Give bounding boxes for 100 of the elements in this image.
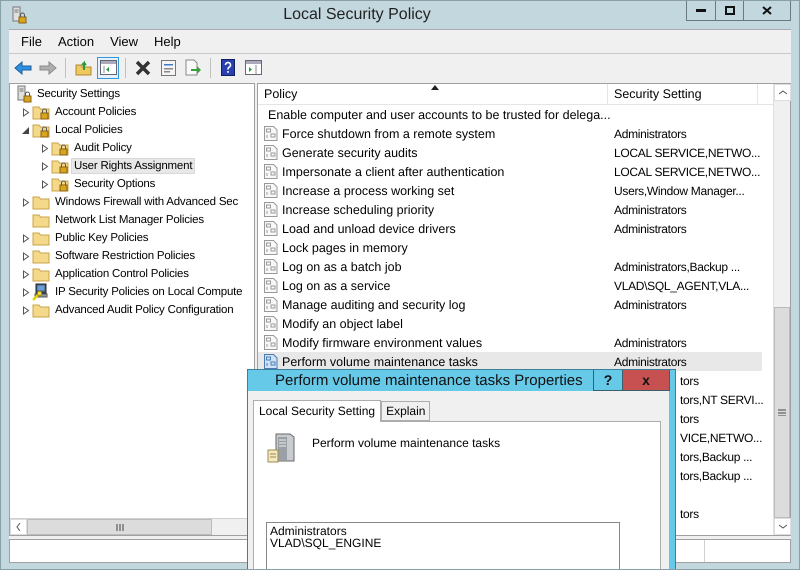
scrollbar-thumb[interactable] <box>27 519 212 535</box>
policy-icon <box>264 316 278 331</box>
export-list-icon[interactable] <box>184 59 202 76</box>
security-setting: Administrators <box>614 126 686 140</box>
security-setting: tors <box>680 412 699 426</box>
policy-icon <box>264 278 278 293</box>
back-arrow-icon[interactable] <box>14 60 32 74</box>
menu-item[interactable]: Action <box>50 34 102 49</box>
expand-arrow-icon[interactable] <box>22 306 30 314</box>
policy-icon <box>264 297 278 312</box>
menu-item[interactable]: Help <box>146 34 189 49</box>
table-row[interactable]: Increase scheduling priority Administrators <box>258 200 762 219</box>
list-item[interactable]: Administrators <box>270 525 616 537</box>
tree-item[interactable]: Network List Manager Policies <box>52 212 207 228</box>
scroll-up-button[interactable] <box>774 84 791 101</box>
action-pane-icon[interactable] <box>244 60 262 75</box>
table-row[interactable]: Modify firmware environment values Administrators <box>258 333 762 352</box>
expand-arrow-icon[interactable] <box>22 252 30 260</box>
policy-name: Log on as a batch job <box>282 260 402 274</box>
expand-arrow-icon[interactable] <box>22 270 30 278</box>
expand-arrow-icon[interactable] <box>22 234 30 242</box>
security-setting: VICE,NETWO... <box>680 430 762 444</box>
policy-name: Perform volume maintenance tasks <box>312 436 500 450</box>
expand-arrow-icon[interactable] <box>41 180 49 188</box>
policy-name: Manage auditing and security log <box>282 298 466 312</box>
tab[interactable]: Local Security Setting <box>253 400 382 422</box>
column-header[interactable]: Security Setting <box>608 84 758 104</box>
table-row[interactable]: Manage auditing and security log Administrators <box>258 295 762 314</box>
security-setting: Users,Window Manager... <box>614 184 744 198</box>
help-icon[interactable] <box>221 59 235 76</box>
collapse-arrow-icon[interactable] <box>22 126 30 134</box>
policy-icon <box>264 145 278 160</box>
tree-item[interactable]: Application Control Policies <box>52 266 192 282</box>
scrollbar-thumb[interactable] <box>774 306 790 518</box>
column-header[interactable]: Policy <box>258 84 608 104</box>
security-setting: VLAD\SQL_AGENT,VLA... <box>614 278 750 292</box>
tree-item[interactable]: Advanced Audit Policy Configuration <box>52 302 236 318</box>
policy-name: Lock pages in memory <box>282 240 408 254</box>
tree-item[interactable]: User Rights Assignment <box>71 158 196 174</box>
scroll-down-button[interactable] <box>774 518 791 535</box>
window-title: Local Security Policy <box>282 6 432 24</box>
policy-icon <box>264 164 278 179</box>
menu-item[interactable]: View <box>102 34 146 49</box>
policy-name: Impersonate a client after authentication <box>282 164 504 178</box>
tree-item[interactable]: Security Options <box>71 176 158 192</box>
tree-item[interactable]: Account Policies <box>52 104 140 120</box>
tree-item[interactable]: Software Restriction Policies <box>52 248 198 264</box>
server-icon <box>266 432 296 464</box>
locked-folder-icon <box>51 140 69 156</box>
minimize-button[interactable] <box>686 1 716 21</box>
left-chevron-icon <box>16 523 21 531</box>
computer-key-icon <box>32 283 50 301</box>
tree-item[interactable]: Audit Policy <box>71 140 135 156</box>
security-setting: LOCAL SERVICE,NETWO... <box>614 146 760 160</box>
policy-name: Generate security audits <box>282 146 418 160</box>
tree-item[interactable]: Security Settings <box>34 86 123 102</box>
delete-icon[interactable] <box>135 60 151 76</box>
table-row[interactable]: Lock pages in memory <box>258 238 762 257</box>
policy-name: Increase a process working set <box>282 184 454 198</box>
policy-name: Log on as a service <box>282 278 390 292</box>
folder-icon <box>32 230 50 246</box>
policy-name: Modify an object label <box>282 316 403 330</box>
table-row[interactable]: Force shutdown from a remote system Administrators <box>258 124 762 143</box>
tree-pane-icon[interactable] <box>100 60 116 75</box>
folder-up-icon[interactable] <box>74 60 92 76</box>
close-button[interactable]: x <box>622 370 670 391</box>
table-row[interactable]: Increase a process working set Users,Window Manager... <box>258 181 762 200</box>
folder-icon <box>32 194 50 210</box>
table-row[interactable]: Generate security audits LOCAL SERVICE,NETWO... <box>258 143 762 162</box>
help-button[interactable]: ? <box>593 370 623 391</box>
server-lock-icon <box>11 6 27 24</box>
security-setting: Administrators <box>614 202 686 216</box>
server-lock-icon <box>16 85 32 103</box>
table-row[interactable]: Modify an object label <box>258 314 762 333</box>
expand-arrow-icon[interactable] <box>41 162 49 170</box>
locked-folder-icon <box>32 122 50 138</box>
up-chevron-icon <box>778 90 786 95</box>
expand-arrow-icon[interactable] <box>41 144 49 152</box>
scroll-left-button[interactable] <box>10 519 27 535</box>
table-row[interactable]: Perform volume maintenance tasks Administrators <box>258 352 762 371</box>
menu-item[interactable]: File <box>13 34 50 49</box>
locked-folder-icon <box>51 176 69 192</box>
down-chevron-icon <box>778 524 786 530</box>
table-row[interactable]: Log on as a service VLAD\SQL_AGENT,VLA... <box>258 276 762 295</box>
table-row[interactable]: Impersonate a client after authentication LOCAL SERVICE,NETWO... <box>258 162 762 181</box>
close-button[interactable] <box>743 1 791 21</box>
tab[interactable]: Explain <box>381 401 430 421</box>
table-row[interactable]: Log on as a batch job Administrators,Backup ... <box>258 257 762 276</box>
security-setting: tors <box>680 374 699 388</box>
tree-item[interactable]: IP Security Policies on Local Compute <box>52 284 246 300</box>
expand-arrow-icon[interactable] <box>22 198 30 206</box>
properties-icon[interactable] <box>160 60 176 76</box>
tree-item[interactable]: Public Key Policies <box>52 230 152 246</box>
expand-arrow-icon[interactable] <box>22 288 30 296</box>
table-row[interactable]: Enable computer and user accounts to be trusted for delega... <box>258 105 762 124</box>
expand-arrow-icon[interactable] <box>22 108 30 116</box>
table-row[interactable]: Load and unload device drivers Administrators <box>258 219 762 238</box>
policy-name: Perform volume maintenance tasks <box>282 354 478 368</box>
tree-item[interactable]: Local Policies <box>52 122 126 138</box>
tree-item[interactable]: Windows Firewall with Advanced Sec <box>52 194 242 210</box>
